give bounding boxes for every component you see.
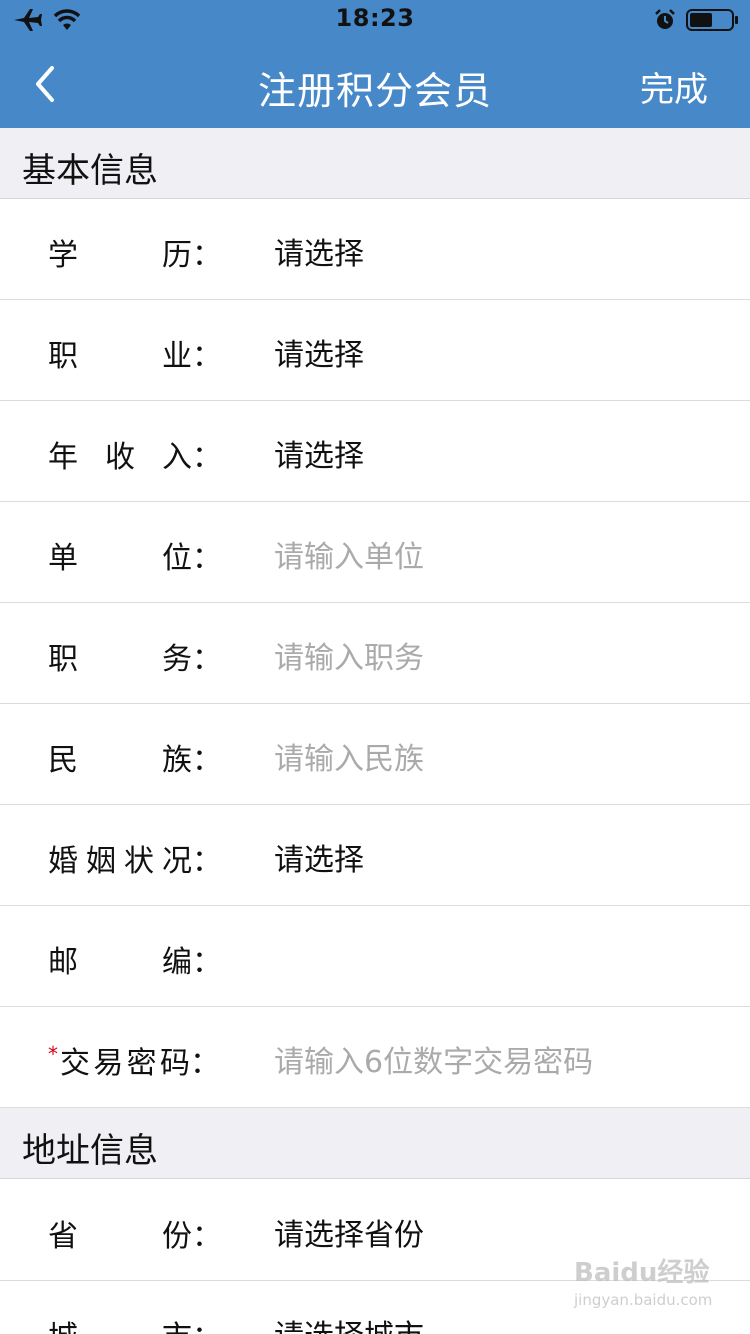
annual-income-select[interactable]: 请选择 xyxy=(274,431,730,475)
row-label: 职业： xyxy=(48,339,222,374)
marital-status-select[interactable]: 请选择 xyxy=(274,835,730,879)
section-header-address: 地址信息 xyxy=(0,1108,750,1179)
row-label: 学历： xyxy=(48,238,222,273)
row-marital-status[interactable]: 婚姻状况： 请选择 xyxy=(0,805,750,906)
province-select[interactable]: 请选择省份 xyxy=(274,1210,730,1254)
row-label: 单位： xyxy=(48,541,222,576)
section-title-address: 地址信息 xyxy=(22,1131,158,1171)
row-occupation[interactable]: 职业： 请选择 xyxy=(0,300,750,401)
education-select[interactable]: 请选择 xyxy=(274,229,730,273)
section-title-basic: 基本信息 xyxy=(22,151,158,191)
row-ethnicity[interactable]: 民族： 请输入民族 xyxy=(0,704,750,805)
row-label: 民族： xyxy=(48,743,222,778)
watermark-main: Baidu经验 xyxy=(574,1258,710,1288)
baidu-watermark: Baidu经验 jingyan.baidu.com xyxy=(574,1252,744,1322)
status-time: 18:23 xyxy=(335,4,415,32)
ethnicity-input[interactable]: 请输入民族 xyxy=(274,734,730,778)
row-label: * 交易密码： xyxy=(48,1042,220,1081)
row-employer[interactable]: 单位： 请输入单位 xyxy=(0,502,750,603)
row-education[interactable]: 学历： 请选择 xyxy=(0,199,750,300)
row-label: 婚姻状况： xyxy=(48,844,222,879)
section-header-basic: 基本信息 xyxy=(0,128,750,199)
job-title-input[interactable]: 请输入职务 xyxy=(274,633,730,677)
row-postal-code[interactable]: 邮编： xyxy=(0,906,750,1007)
required-mark: * xyxy=(48,1042,58,1066)
row-annual-income[interactable]: 年收入： 请选择 xyxy=(0,401,750,502)
watermark-sub: jingyan.baidu.com xyxy=(574,1291,713,1309)
status-bar: 18:23 xyxy=(0,0,750,40)
done-button[interactable]: 完成 xyxy=(640,62,708,111)
nav-bar: 注册积分会员 完成 xyxy=(0,40,750,128)
employer-input[interactable]: 请输入单位 xyxy=(274,532,730,576)
occupation-select[interactable]: 请选择 xyxy=(274,330,730,374)
row-trade-password[interactable]: * 交易密码： 请输入6位数字交易密码 xyxy=(0,1007,750,1108)
row-label: 年收入： xyxy=(48,440,222,475)
alarm-icon xyxy=(655,9,675,29)
trade-password-input[interactable]: 请输入6位数字交易密码 xyxy=(274,1037,730,1081)
row-job-title[interactable]: 职务： 请输入职务 xyxy=(0,603,750,704)
page-title: 注册积分会员 xyxy=(257,69,492,113)
row-label: 城市： xyxy=(48,1312,222,1334)
row-label: 邮编： xyxy=(48,945,222,980)
row-label: 省份： xyxy=(48,1219,222,1254)
row-label: 职务： xyxy=(48,642,222,677)
battery-icon xyxy=(686,9,738,31)
